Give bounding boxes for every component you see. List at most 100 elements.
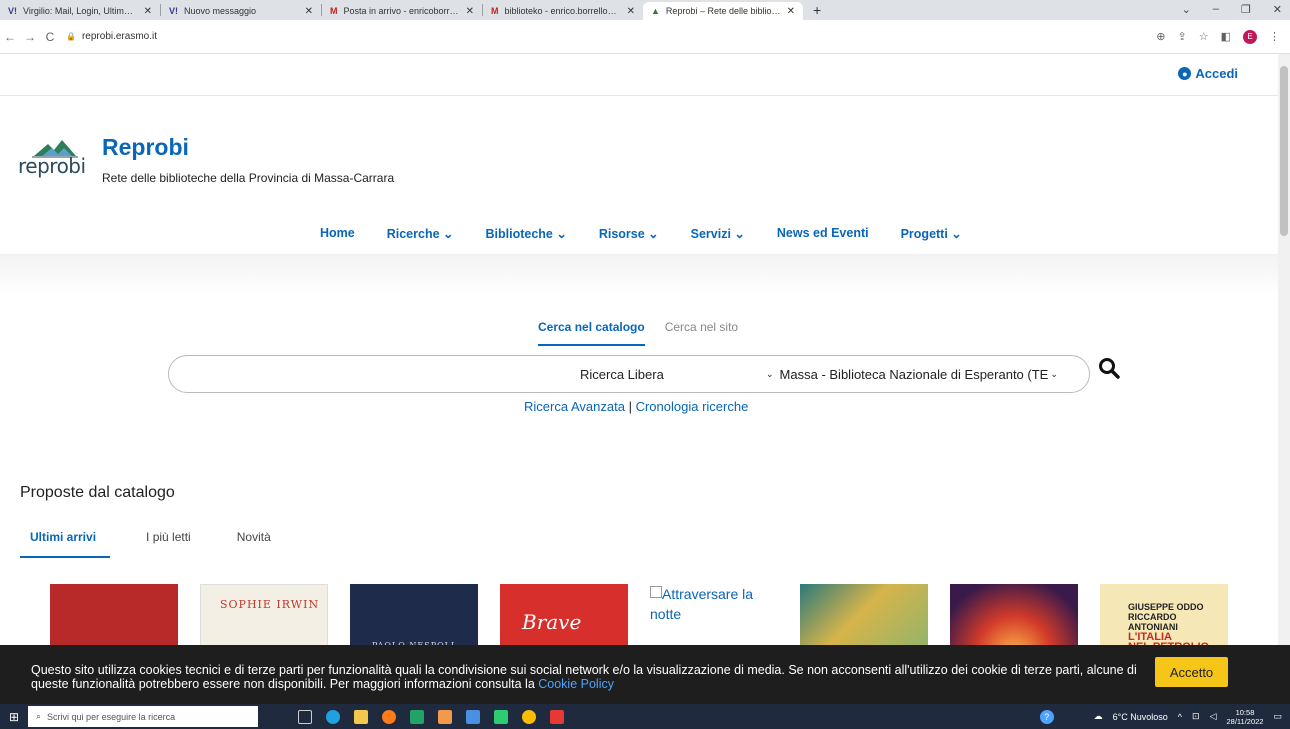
sidepanel-icon[interactable]: ◧: [1221, 30, 1231, 43]
book-cover[interactable]: SOPHIE IRWIN: [200, 584, 328, 654]
zoom-icon[interactable]: ⊕: [1156, 30, 1165, 43]
broken-image-icon: [650, 586, 662, 598]
nav-ricerche[interactable]: Ricerche ⌄: [387, 226, 454, 241]
tab-latest-arrivals[interactable]: Ultimi arrivi: [20, 530, 111, 558]
lock-icon[interactable]: 🔒: [66, 32, 76, 41]
close-icon[interactable]: ✕: [466, 6, 474, 17]
close-icon[interactable]: ✕: [144, 6, 152, 17]
restore-button[interactable]: ❐: [1241, 3, 1251, 16]
bookmark-star-icon[interactable]: ☆: [1199, 30, 1209, 43]
site-logo[interactable]: reprobi: [18, 132, 92, 182]
web-page: ● Accedi reprobi Reprobi Rete delle bibl…: [0, 54, 1278, 704]
search-input[interactable]: [185, 356, 565, 392]
excel-icon[interactable]: [410, 709, 424, 724]
tab-site-search[interactable]: Cerca nel sito: [665, 320, 738, 346]
book-cover-image: [200, 584, 328, 654]
login-label: Accedi: [1195, 66, 1238, 81]
book-cover-broken[interactable]: Attraversare la notte: [650, 584, 778, 654]
close-window-button[interactable]: ✕: [1273, 3, 1282, 16]
login-link[interactable]: ● Accedi: [1178, 66, 1238, 81]
search-section: Cerca nel catalogo Cerca nel sito Ricerc…: [0, 254, 1278, 504]
tab-search-icon[interactable]: ⌄: [1182, 3, 1191, 16]
file-explorer-icon[interactable]: [354, 709, 368, 724]
app-icon[interactable]: [550, 709, 564, 724]
close-icon[interactable]: ✕: [305, 6, 313, 17]
system-tray: ? ☁ 6°C Nuvoloso ^ ⊡ ◁ 10:58 28/11/2022 …: [1039, 708, 1282, 726]
scrollbar-thumb[interactable]: [1280, 66, 1288, 236]
share-icon[interactable]: ⇪: [1178, 30, 1187, 43]
nav-home[interactable]: Home: [320, 226, 355, 241]
address-bar[interactable]: 🔒 reprobi.erasmo.it: [66, 31, 157, 42]
nav-risorse[interactable]: Risorse ⌄: [599, 226, 659, 241]
book-cover-image: [800, 584, 928, 654]
help-icon[interactable]: ?: [1039, 709, 1054, 724]
book-cover[interactable]: GIUSEPPE ODDO RICCARDO ANTONIANI L'ITALI…: [1100, 584, 1228, 654]
accept-cookies-button[interactable]: Accetto: [1155, 657, 1228, 687]
browser-tab-active[interactable]: ▲ Reprobi – Rete delle biblioteche... ✕: [643, 2, 803, 20]
site-title-block: Reprobi Rete delle biblioteche della Pro…: [102, 132, 394, 185]
advanced-search-link[interactable]: Ricerca Avanzata: [524, 399, 625, 414]
word-icon[interactable]: [466, 709, 480, 724]
clock[interactable]: 10:58 28/11/2022: [1227, 708, 1264, 726]
search-history-link[interactable]: Cronologia ricerche: [636, 399, 749, 414]
book-cover-text: SOPHIE IRWIN: [220, 598, 320, 611]
search-bar: Ricerca Libera ⌄ Massa - Biblioteca Nazi…: [168, 355, 1090, 393]
windows-start-icon[interactable]: ⊞: [0, 710, 28, 724]
browser-tab[interactable]: V! Nuovo messaggio ✕: [161, 2, 321, 20]
tab-title: biblioteko - enrico.borrello@esp...: [504, 6, 621, 16]
search-tabs: Cerca nel catalogo Cerca nel sito: [538, 320, 758, 346]
page-scrollbar[interactable]: [1278, 54, 1290, 704]
book-cover[interactable]: [800, 584, 928, 654]
top-bar: ● Accedi: [0, 54, 1278, 96]
library-select[interactable]: ⌄ Massa - Biblioteca Nazionale di Espera…: [766, 367, 1076, 382]
book-cover[interactable]: Brave: [500, 584, 628, 654]
profile-avatar[interactable]: E: [1243, 29, 1257, 44]
search-icon[interactable]: [1098, 357, 1120, 385]
new-tab-button[interactable]: +: [813, 2, 821, 20]
cookie-policy-link[interactable]: Cookie Policy: [538, 677, 614, 691]
main-navigation: Home Ricerche ⌄ Biblioteche ⌄ Risorse ⌄ …: [320, 226, 994, 241]
tab-catalog-search[interactable]: Cerca nel catalogo: [538, 320, 645, 346]
close-icon[interactable]: ✕: [787, 6, 795, 17]
minimize-button[interactable]: –: [1213, 3, 1219, 16]
book-author-1: GIUSEPPE ODDO: [1128, 602, 1204, 612]
taskbar-search[interactable]: ⌕ Scrivi qui per eseguire la ricerca: [28, 706, 258, 727]
reload-icon[interactable]: C: [40, 30, 60, 44]
browser-tab[interactable]: M Posta in arrivo - enricoborrello@... ✕: [322, 2, 482, 20]
search-type-select[interactable]: Ricerca Libera: [580, 367, 750, 382]
app-icon[interactable]: [494, 709, 508, 724]
forward-icon[interactable]: →: [20, 30, 40, 44]
browser-tab[interactable]: M biblioteko - enrico.borrello@esp... ✕: [483, 2, 643, 20]
book-cover[interactable]: PAOLO NESPOLI: [350, 584, 478, 654]
tab-most-read[interactable]: I più letti: [146, 530, 191, 558]
firefox-icon[interactable]: [382, 709, 396, 724]
tab-new-releases[interactable]: Novità: [237, 530, 271, 558]
document-icon[interactable]: [438, 709, 452, 724]
nav-servizi[interactable]: Servizi ⌄: [691, 226, 745, 241]
nav-news-eventi[interactable]: News ed Eventi: [777, 226, 869, 241]
book-cover[interactable]: [50, 584, 178, 654]
clock-time: 10:58: [1235, 707, 1255, 717]
search-links: Ricerca Avanzata | Cronologia ricerche: [524, 399, 748, 414]
close-icon[interactable]: ✕: [627, 6, 635, 17]
notification-icon[interactable]: ▭: [1273, 711, 1282, 722]
edge-icon[interactable]: [326, 709, 340, 724]
catalog-tabs: Ultimi arrivi I più letti Novità: [20, 530, 317, 558]
browser-tab[interactable]: V! Virgilio: Mail, Login, Ultime Noti...…: [0, 2, 160, 20]
network-icon[interactable]: ⊡: [1192, 711, 1200, 722]
nav-biblioteche[interactable]: Biblioteche ⌄: [486, 226, 567, 241]
volume-icon[interactable]: ◁: [1210, 711, 1217, 722]
site-name[interactable]: Reprobi: [102, 134, 394, 161]
chrome-icon[interactable]: [522, 709, 536, 724]
clock-date: 28/11/2022: [1226, 716, 1264, 726]
task-view-icon[interactable]: [298, 709, 312, 724]
book-cover[interactable]: [950, 584, 1078, 654]
weather-text[interactable]: 6°C Nuvoloso: [1113, 712, 1168, 722]
tray-chevron-icon[interactable]: ^: [1178, 712, 1182, 722]
cloud-icon: ☁: [1093, 711, 1103, 721]
back-icon[interactable]: ←: [0, 30, 20, 44]
taskbar-search-placeholder: Scrivi qui per eseguire la ricerca: [47, 711, 176, 722]
nav-progetti[interactable]: Progetti ⌄: [901, 226, 962, 241]
book-carousel: SOPHIE IRWIN PAOLO NESPOLI Brave Attrave…: [50, 584, 1250, 654]
menu-icon[interactable]: ⋮: [1269, 30, 1280, 43]
